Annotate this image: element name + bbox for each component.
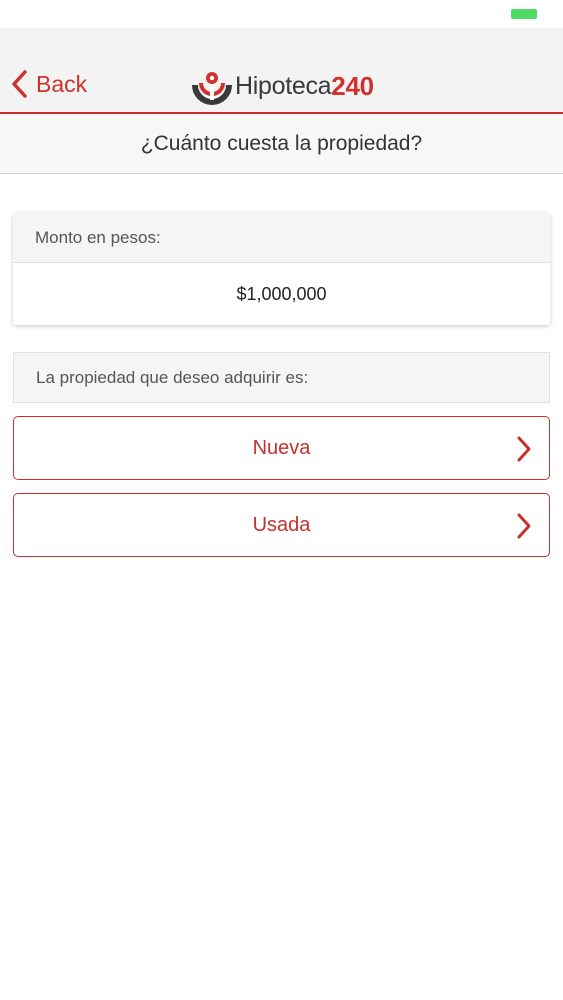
status-bar (0, 0, 563, 28)
back-button[interactable]: Back (10, 68, 87, 100)
chevron-left-icon (12, 70, 27, 98)
back-label: Back (36, 70, 88, 97)
amount-input[interactable]: $1,000,000 (13, 263, 550, 325)
title-bar: ¿Cuánto cuesta la propiedad? (0, 114, 563, 174)
app-logo: Hipoteca 240 (190, 66, 374, 106)
nav-bar: Back Hipoteca 240 (0, 28, 563, 114)
new-property-button[interactable]: Nueva (13, 416, 550, 480)
chevron-right-icon (517, 513, 531, 539)
property-question: La propiedad que deseo adquirir es: (13, 352, 550, 403)
battery-icon (511, 9, 537, 19)
hipoteca240-logo-icon (192, 72, 232, 105)
chevron-right-icon (517, 436, 531, 462)
used-property-button[interactable]: Usada (13, 493, 550, 557)
page-title: ¿Cuánto cuesta la propiedad? (140, 131, 423, 155)
logo-number: 240 (331, 70, 374, 101)
amount-label: Monto en pesos: (13, 213, 550, 263)
option-label: Usada (252, 513, 311, 536)
logo-text: Hipoteca (235, 71, 332, 100)
option-label: Nueva (252, 436, 311, 459)
amount-card: Monto en pesos: $1,000,000 (13, 213, 550, 325)
